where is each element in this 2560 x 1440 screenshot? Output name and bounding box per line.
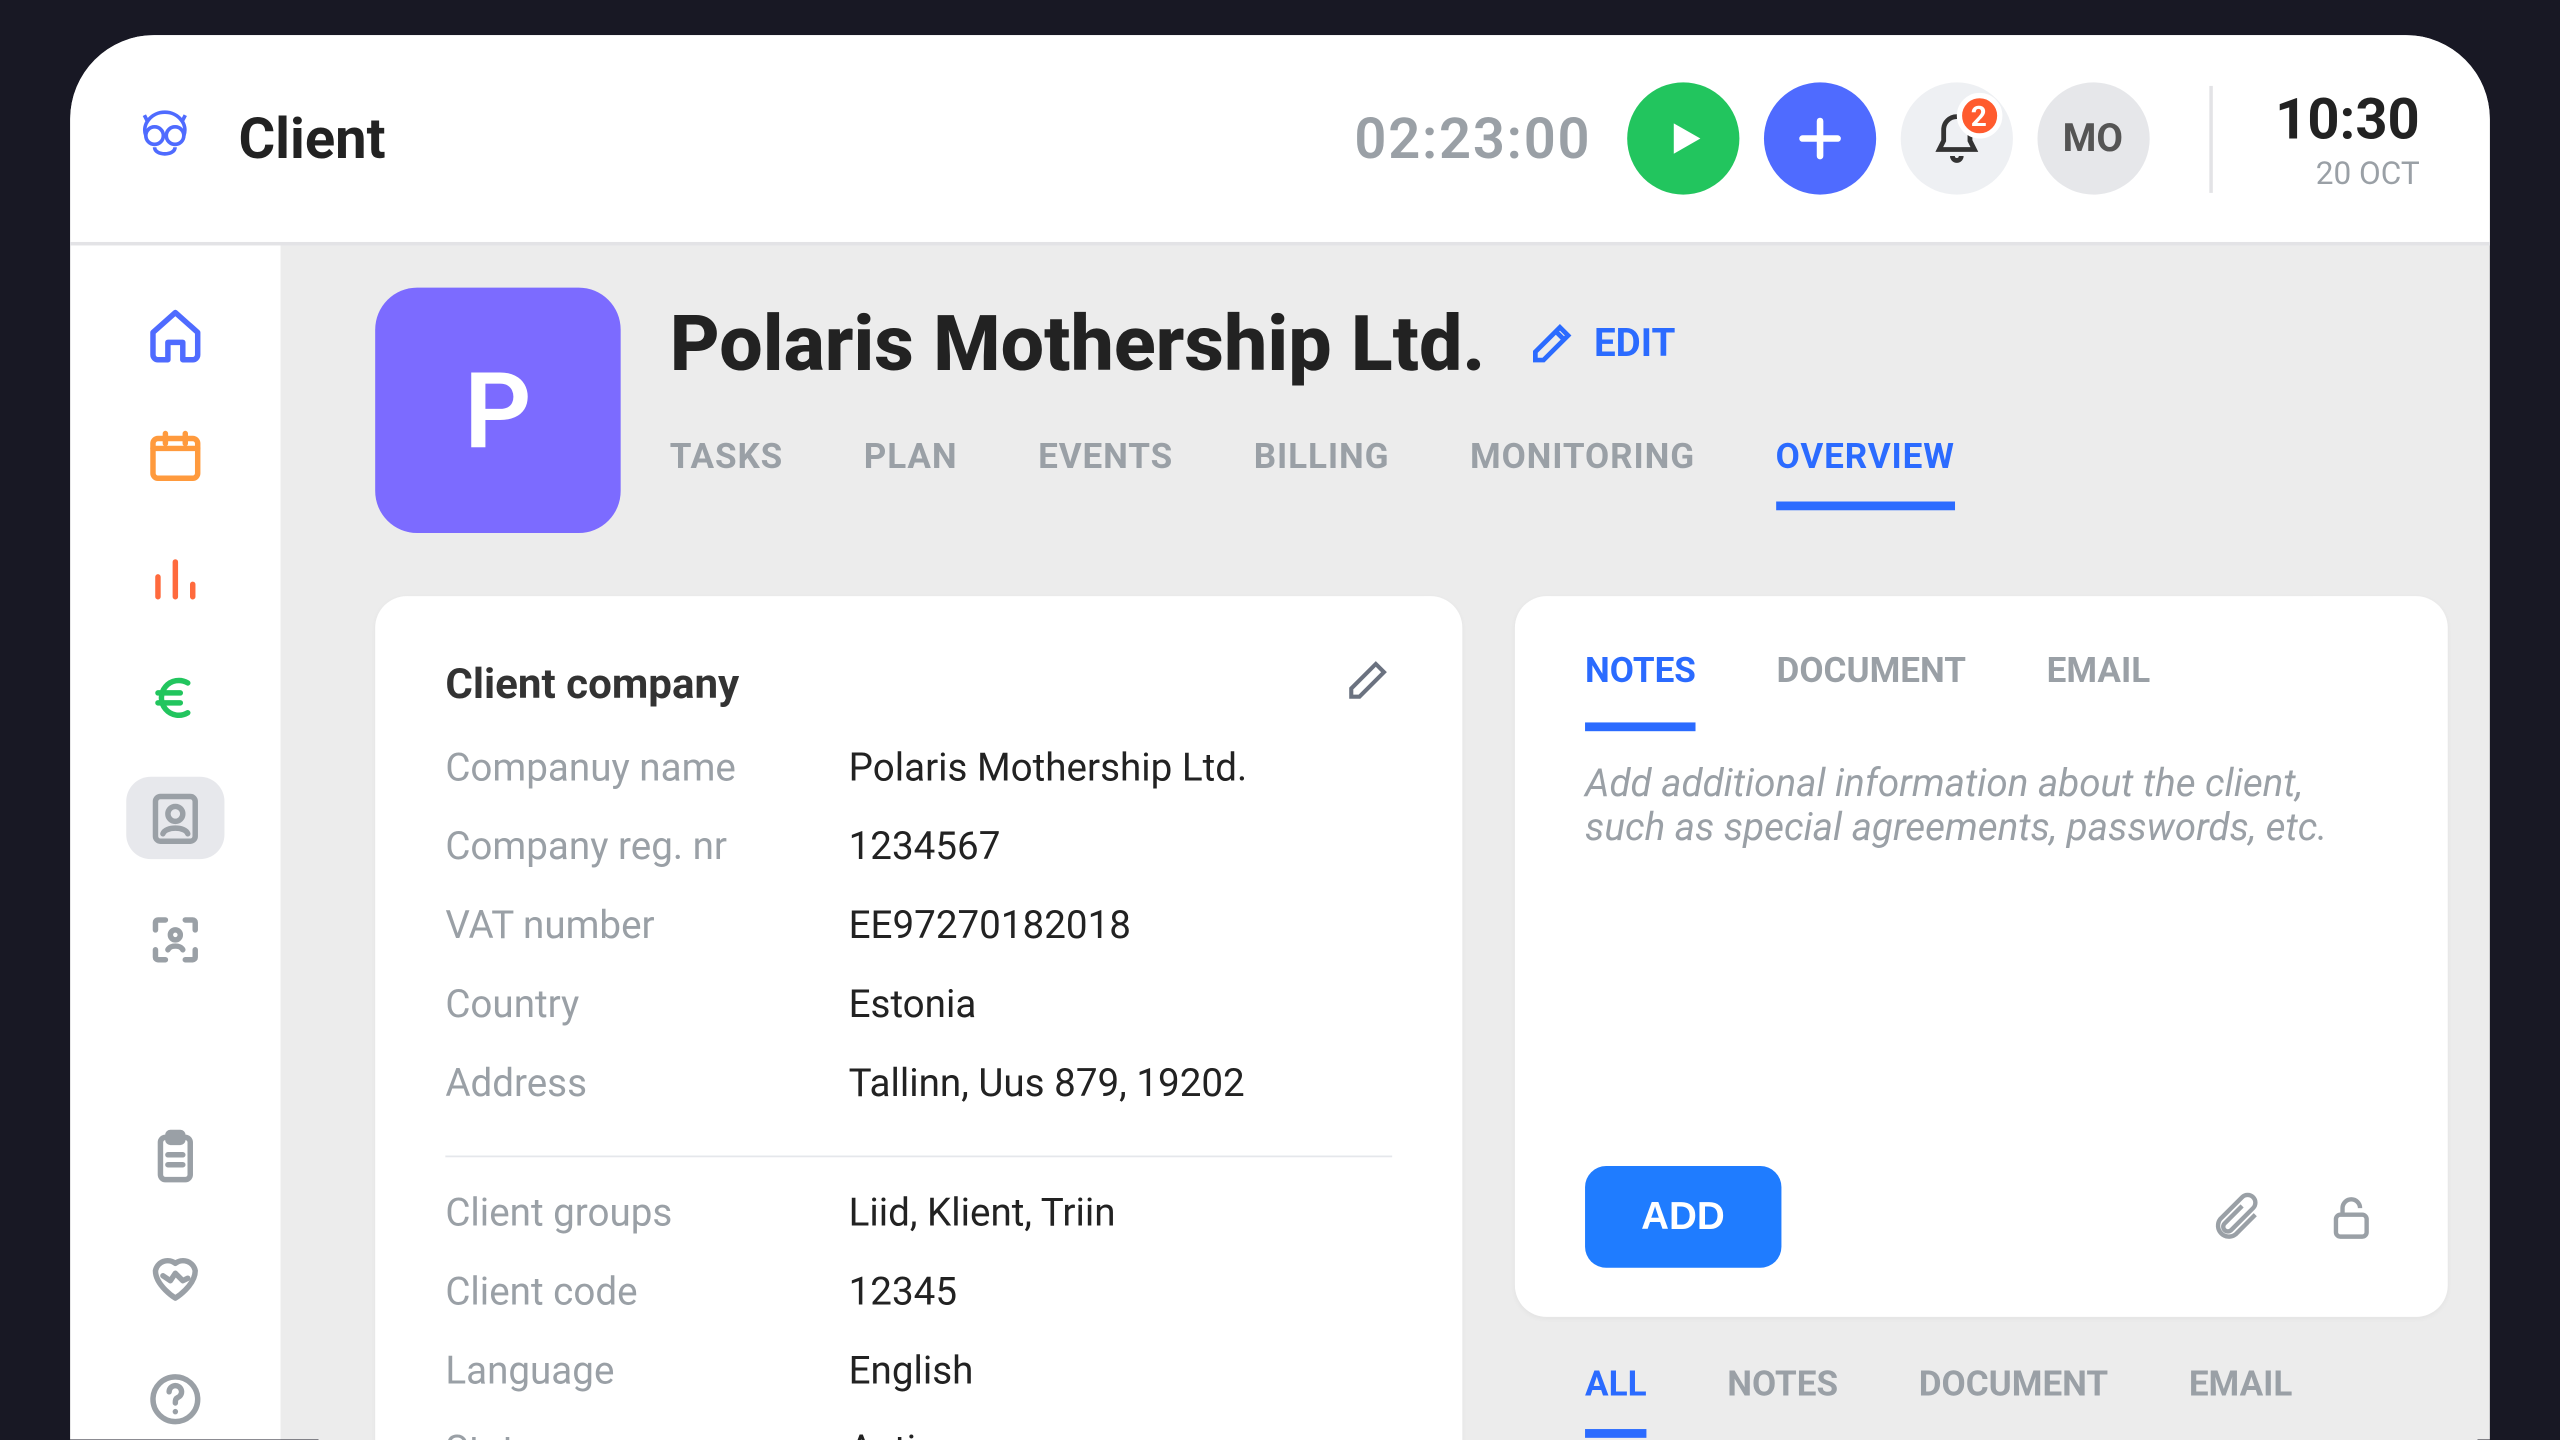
main-content: P Polaris Mothership Ltd. EDIT TASKS PLA… <box>281 245 2490 1440</box>
nav-help[interactable] <box>126 1358 224 1440</box>
client-tabs: TASKS PLAN EVENTS BILLING MONITORING OVE… <box>670 435 1955 510</box>
label-lang: Language <box>445 1350 848 1394</box>
nav-home[interactable] <box>126 295 224 377</box>
label-reg: Company reg. nr <box>445 826 848 870</box>
company-card: Client company Companuy namePolaris Moth… <box>375 596 1462 1440</box>
label-address: Address <box>445 1063 848 1107</box>
client-name: Polaris Mothership Ltd. <box>670 298 1485 389</box>
client-header: P Polaris Mothership Ltd. EDIT TASKS PLA… <box>375 288 2448 533</box>
edit-company-button[interactable] <box>1343 656 1392 712</box>
timer-display: 02:23:00 <box>1354 105 1591 172</box>
nav-scan[interactable] <box>126 898 224 980</box>
note-input[interactable]: Add additional information about the cli… <box>1515 731 2448 1134</box>
lock-icon[interactable] <box>2325 1191 2378 1244</box>
label-country: Country <box>445 984 848 1028</box>
label-company-name: Companuy name <box>445 747 848 791</box>
filter-notes[interactable]: NOTES <box>1727 1362 1838 1437</box>
label-vat: VAT number <box>445 905 848 949</box>
subtab-email[interactable]: EMAIL <box>2047 617 2151 731</box>
label-status: Status <box>445 1429 848 1440</box>
tab-tasks[interactable]: TASKS <box>670 435 783 510</box>
edit-label: EDIT <box>1594 322 1675 366</box>
clock-date: 20 OCT <box>2275 155 2420 192</box>
label-groups: Client groups <box>445 1192 848 1236</box>
subtab-notes[interactable]: NOTES <box>1585 617 1696 731</box>
filter-all[interactable]: ALL <box>1585 1362 1647 1437</box>
label-code: Client code <box>445 1271 848 1315</box>
attachment-icon[interactable] <box>2209 1191 2262 1244</box>
tab-billing[interactable]: BILLING <box>1254 435 1390 510</box>
feed-filters: ALL NOTES DOCUMENT EMAIL <box>1515 1317 2448 1438</box>
value-company-name: Polaris Mothership Ltd. <box>849 747 1248 791</box>
tab-events[interactable]: EVENTS <box>1038 435 1173 510</box>
edit-client-button[interactable]: EDIT <box>1527 319 1675 368</box>
pencil-icon <box>1343 656 1392 705</box>
value-code: 12345 <box>849 1271 957 1315</box>
company-card-title: Client company <box>445 659 739 708</box>
user-avatar[interactable]: MO <box>2037 82 2149 194</box>
filter-document[interactable]: DOCUMENT <box>1919 1362 2108 1437</box>
nav-heart[interactable] <box>126 1237 224 1319</box>
value-status: Active <box>849 1429 955 1440</box>
value-country: Estonia <box>849 984 977 1028</box>
nav-analytics[interactable] <box>126 536 224 618</box>
client-avatar: P <box>375 288 620 533</box>
sidebar <box>70 245 280 1440</box>
add-note-button[interactable]: ADD <box>1585 1166 1781 1268</box>
nav-calendar[interactable] <box>126 415 224 497</box>
top-bar: Client 02:23:00 2 MO 10:30 20 OCT <box>70 35 2490 245</box>
subtab-document[interactable]: DOCUMENT <box>1777 617 1966 731</box>
value-groups: Liid, Klient, Triin <box>849 1192 1116 1236</box>
edit-icon <box>1527 319 1576 368</box>
filter-email[interactable]: EMAIL <box>2189 1362 2293 1437</box>
clock-time: 10:30 <box>2275 85 2420 152</box>
notes-card: NOTES DOCUMENT EMAIL Add additional info… <box>1515 596 2448 1317</box>
play-button[interactable] <box>1626 82 1738 194</box>
app-logo <box>123 96 207 180</box>
page-title: Client <box>238 105 385 172</box>
tab-monitoring[interactable]: MONITORING <box>1470 435 1695 510</box>
notes-tabs: NOTES DOCUMENT EMAIL <box>1515 596 2448 731</box>
create-button[interactable] <box>1763 82 1875 194</box>
tab-plan[interactable]: PLAN <box>864 435 958 510</box>
nav-clipboard[interactable] <box>126 1116 224 1198</box>
notification-badge: 2 <box>1956 93 2002 139</box>
value-address: Tallinn, Uus 879, 19202 <box>849 1063 1245 1107</box>
clock: 10:30 20 OCT <box>2209 85 2420 192</box>
value-lang: English <box>849 1350 974 1394</box>
value-vat: EE97270182018 <box>849 905 1131 949</box>
value-reg: 1234567 <box>849 826 1001 870</box>
tab-overview[interactable]: OVERVIEW <box>1776 435 1955 510</box>
nav-billing[interactable] <box>126 657 224 739</box>
notifications-button[interactable]: 2 <box>1900 82 2012 194</box>
nav-clients[interactable] <box>126 778 224 860</box>
